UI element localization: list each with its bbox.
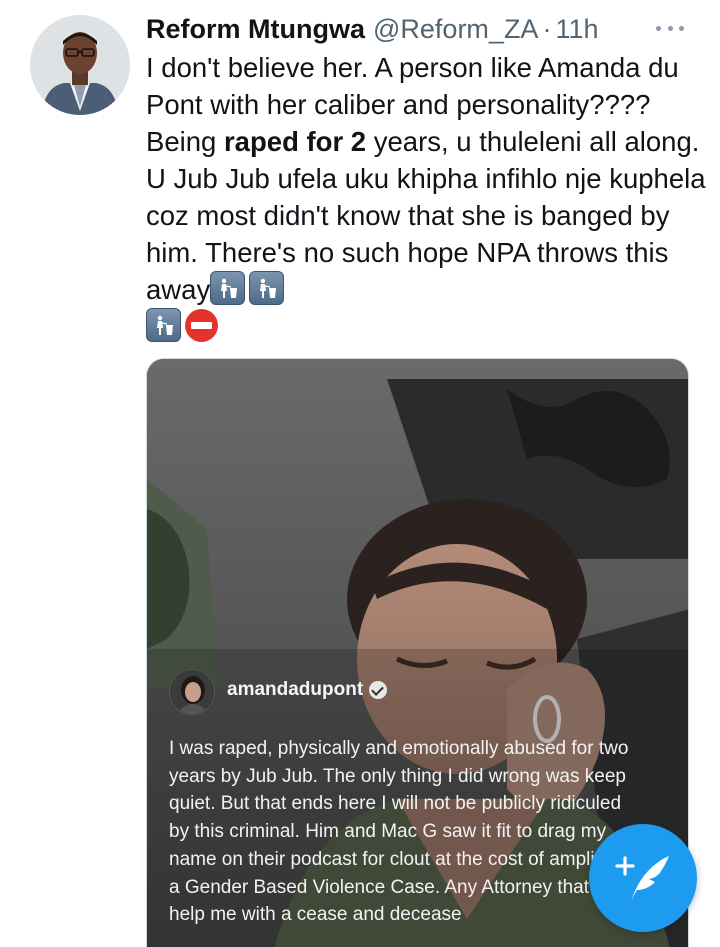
instagram-username-text: amandadupont <box>227 679 364 700</box>
author-handle[interactable]: @Reform_ZA <box>373 14 538 45</box>
more-dot <box>667 25 673 31</box>
put-litter-in-its-place-icon <box>210 271 246 305</box>
author-name[interactable]: Reform Mtungwa <box>146 14 365 45</box>
compose-tweet-icon <box>615 856 669 902</box>
put-litter-in-its-place-icon <box>249 271 285 305</box>
more-dot <box>656 25 661 31</box>
compose-tweet-button[interactable] <box>589 824 697 932</box>
tweet-text: I don't believe her. A person like Amand… <box>146 49 706 345</box>
instagram-avatar[interactable] <box>169 669 215 715</box>
instagram-caption: I was raped, physically and emotionally … <box>169 738 635 926</box>
tweet-text-bold: raped for 2 <box>223 126 367 157</box>
no-entry-icon <box>185 309 218 342</box>
tweet-timestamp[interactable]: 11h <box>555 14 598 45</box>
tweet-header: Reform Mtungwa @Reform_ZA · 11h <box>146 10 690 48</box>
more-dot <box>679 25 684 31</box>
header-separator: · <box>542 13 552 44</box>
verified-badge-icon <box>369 681 388 699</box>
avatar-photo <box>30 15 130 115</box>
more-options-icon[interactable] <box>650 16 690 40</box>
instagram-username[interactable]: amandadupont <box>227 679 388 701</box>
author-avatar[interactable] <box>30 15 130 115</box>
put-litter-in-its-place-icon <box>146 308 181 342</box>
